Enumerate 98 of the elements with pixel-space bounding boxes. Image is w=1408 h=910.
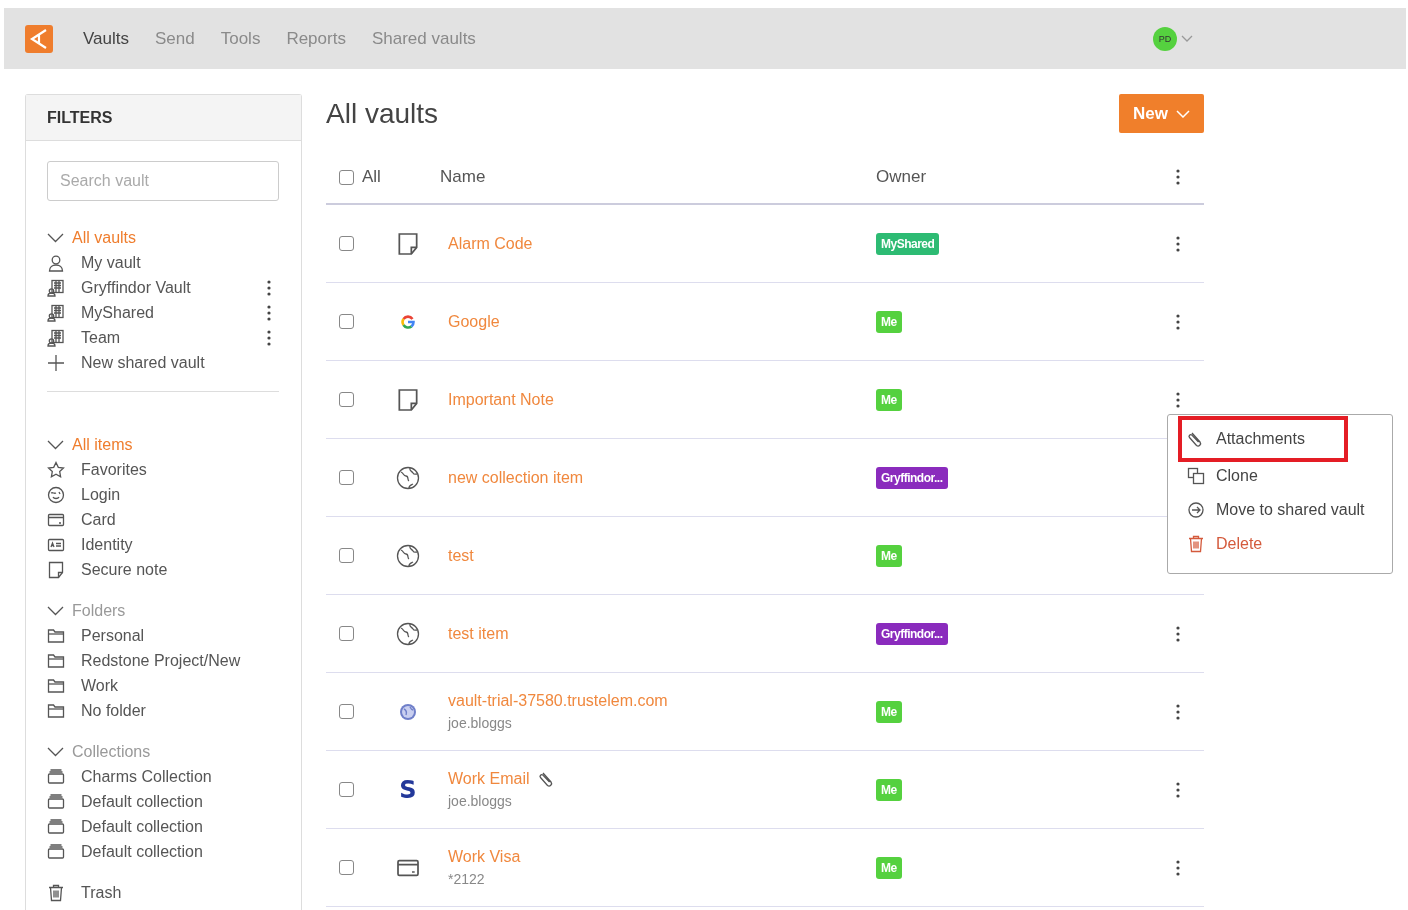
owner-tag: Me [876, 778, 902, 801]
row-checkbox[interactable] [339, 626, 354, 641]
user-avatar[interactable]: PD [1153, 26, 1177, 51]
more-icon[interactable] [1176, 781, 1180, 798]
star-icon [47, 460, 65, 479]
filter-item[interactable]: Team [81, 325, 121, 350]
owner-tag: Me [876, 700, 902, 723]
caret-icon [1176, 109, 1190, 118]
collection-icon [47, 842, 65, 861]
filter-item[interactable]: New shared vault [81, 350, 205, 375]
chevron-icon [47, 605, 64, 616]
panel-title: FILTERS [26, 95, 301, 141]
collection-icon [47, 817, 65, 836]
collection-icon [47, 767, 65, 786]
more-icon[interactable] [1176, 625, 1180, 642]
chevron-icon [47, 746, 64, 757]
more-icon[interactable] [1176, 859, 1180, 876]
move-icon [1187, 501, 1205, 519]
row-checkbox[interactable] [339, 704, 354, 719]
page-title: All vaults [326, 96, 439, 131]
globe-icon [399, 702, 417, 721]
logo-icon [24, 23, 54, 54]
globe-icon [396, 621, 420, 646]
filter-item[interactable]: Favorites [81, 457, 147, 482]
shared-vault-icon [47, 328, 65, 347]
menu-item[interactable]: Delete [1168, 527, 1271, 561]
trash-icon [47, 883, 65, 902]
folder-icon [47, 626, 65, 645]
filter-item[interactable]: Work [81, 673, 119, 698]
menu-item[interactable]: Attachments [1178, 416, 1348, 462]
owner-tag: Me [876, 310, 902, 333]
folder-icon [47, 701, 65, 720]
note-icon [396, 231, 420, 256]
filter-item[interactable]: Default collection [81, 789, 203, 814]
more-icon[interactable] [267, 279, 271, 296]
more-icon[interactable] [1176, 235, 1180, 252]
column-header[interactable]: Owner [876, 164, 927, 190]
google-logo-icon [401, 314, 415, 329]
owner-tag: Me [876, 388, 902, 411]
select-all-checkbox[interactable] [339, 169, 354, 185]
owner-tag: Me [876, 856, 902, 879]
more-icon[interactable] [1176, 169, 1180, 185]
trash-icon [1187, 535, 1205, 553]
item-username: joe.bloggs [448, 792, 513, 811]
row-checkbox[interactable] [339, 392, 354, 407]
search-field[interactable]: Search vault [47, 161, 279, 201]
filter-item[interactable]: Trash [81, 880, 122, 905]
filter-item[interactable]: Charms Collection [81, 764, 212, 789]
owner-tag: Me [876, 544, 902, 567]
login-icon [47, 485, 65, 504]
row-checkbox[interactable] [339, 314, 354, 329]
owner-tag: Gryffindor... [876, 622, 948, 645]
app-logo: S [399, 777, 417, 802]
more-icon[interactable] [267, 329, 271, 346]
clone-icon [1187, 467, 1205, 485]
note-icon [47, 560, 65, 579]
filter-item[interactable]: Personal [81, 623, 145, 648]
row-checkbox[interactable] [339, 860, 354, 875]
filter-item[interactable]: My vault [81, 250, 141, 275]
person-icon [47, 253, 65, 272]
chevron-icon [47, 439, 64, 450]
column-header: All [362, 166, 381, 189]
row-checkbox[interactable] [339, 548, 354, 563]
filter-item[interactable]: Redstone Project/New [81, 648, 241, 673]
filter-item[interactable]: No folder [81, 698, 146, 723]
filter-item[interactable]: Default collection [81, 814, 203, 839]
more-icon[interactable] [1176, 313, 1180, 330]
nav-link[interactable]: Vaults [70, 25, 142, 52]
folder-icon [47, 651, 65, 670]
note-icon [396, 387, 420, 412]
item-username: joe.bloggs [448, 714, 513, 733]
more-icon[interactable] [1176, 703, 1180, 720]
row-checkbox[interactable] [339, 236, 354, 251]
filter-item[interactable]: Login [81, 482, 121, 507]
filter-item[interactable]: Secure note [81, 557, 168, 582]
menu-item[interactable]: Move to shared vault [1168, 493, 1373, 527]
column-header[interactable]: Name [440, 167, 486, 187]
more-icon[interactable] [267, 304, 271, 321]
plus-icon [47, 353, 65, 372]
more-icon[interactable] [1176, 391, 1180, 408]
globe-icon [396, 543, 420, 568]
filter-item[interactable]: Default collection [81, 839, 203, 864]
filter-item[interactable]: Card [81, 507, 116, 532]
filter-item[interactable]: MyShared [81, 300, 154, 325]
globe-icon [396, 465, 420, 490]
item-username: *2122 [448, 870, 486, 889]
collection-icon [47, 792, 65, 811]
row-checkbox[interactable] [339, 470, 354, 485]
owner-tag: Gryffindor... [876, 466, 948, 489]
row-checkbox[interactable] [339, 782, 354, 797]
shared-vault-icon [47, 278, 65, 297]
chevron-icon [47, 232, 64, 243]
owner-tag: MyShared [876, 232, 940, 255]
folder-icon [47, 676, 65, 695]
filter-item[interactable]: Identity [81, 532, 133, 557]
shared-vault-icon [47, 303, 65, 322]
menu-item[interactable]: Clone [1168, 459, 1266, 493]
filter-item[interactable]: Gryffindor Vault [81, 275, 191, 300]
